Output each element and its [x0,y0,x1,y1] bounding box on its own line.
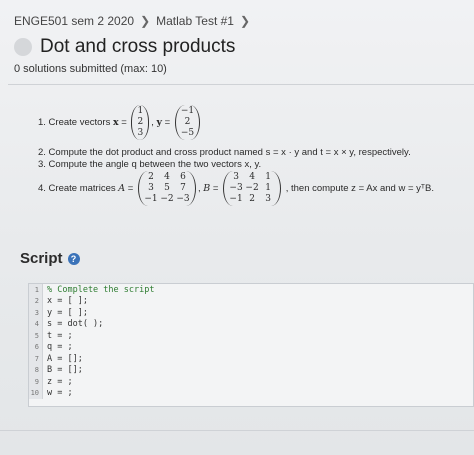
divider [0,430,474,431]
question-2: 2. Compute the dot product and cross pro… [38,147,411,158]
breadcrumb: ENGE501 sem 2 2020 ❯ Matlab Test #1 ❯ [14,14,250,28]
code-line[interactable]: 8B = []; [29,364,473,376]
script-heading: Script ? [20,250,80,267]
code-line[interactable]: 10 w = ; [29,387,473,399]
code-editor[interactable]: 1% Complete the script 2x = [ ]; 3y = [ … [28,283,474,407]
vector-y: −1 2 −5 [174,105,201,140]
line-number: 6 [29,341,43,353]
script-heading-label: Script [20,250,63,267]
page: ENGE501 sem 2 2020 ❯ Matlab Test #1 ❯ Do… [0,0,474,455]
code-text[interactable]: A = []; [43,354,83,364]
line-number: 5 [29,330,43,342]
question-1: 1. Create vectors x = 123 , y = −1 2 −5 [38,105,202,140]
code-text[interactable]: t = ; [43,331,73,341]
breadcrumb-course-link[interactable]: ENGE501 sem 2 2020 [14,14,134,28]
code-text[interactable]: x = [ ]; [43,296,88,306]
code-line[interactable]: 1% Complete the script [29,284,473,296]
question-circle-icon[interactable]: ? [67,252,80,265]
code-text[interactable]: B = []; [43,365,83,375]
question-3: 3. Compute the angle q between the two v… [38,159,262,170]
submission-count: 0 solutions submitted (max: 10) [14,63,167,75]
matrix-b: 341 −3 −2 1 −1 2 3 [223,171,282,206]
matrix-a: 246 357 −1 −2 −3 [137,171,196,206]
line-number: 2 [29,295,43,307]
code-text[interactable]: y = [ ]; [43,308,88,318]
question-4: 4. Create matrices A = 246 357 −1 −2 −3 , … [38,171,434,206]
chevron-right-icon: ❯ [140,14,151,28]
problem-statement: 1. Create vectors x = 123 , y = −1 2 −5 2.… [8,84,474,224]
line-number: 8 [29,364,43,376]
code-text[interactable]: z = ; [43,377,73,387]
code-text[interactable]: s = dot( ); [43,319,103,329]
question-4-tail: , then compute z = Ax and w = yᵀB. [285,183,434,195]
question-4-label: 4. Create matrices [38,183,116,195]
code-line[interactable]: 2x = [ ]; [29,295,473,307]
code-text[interactable]: w = ; [43,388,73,398]
code-line[interactable]: 6q = ; [29,341,473,353]
code-text[interactable]: q = ; [43,342,73,352]
breadcrumb-assignment-link[interactable]: Matlab Test #1 [156,14,234,28]
code-line[interactable]: 7A = []; [29,353,473,365]
line-number: 10 [29,387,43,399]
line-number: 3 [29,307,43,319]
line-number: 9 [29,376,43,388]
line-number: 7 [29,353,43,365]
page-title: Dot and cross products [40,36,236,57]
vector-x: 123 [131,105,150,140]
line-number: 1 [29,284,43,296]
question-1-label: 1. Create vectors [38,117,111,129]
status-circle-icon [14,38,32,56]
line-number: 4 [29,318,43,330]
title-row: Dot and cross products [14,36,235,58]
code-text[interactable]: % Complete the script [43,285,154,295]
code-line[interactable]: 5t = ; [29,330,473,342]
code-line[interactable]: 9z = ; [29,376,473,388]
code-line[interactable]: 4s = dot( ); [29,318,473,330]
chevron-right-icon: ❯ [239,14,251,28]
code-line[interactable]: 3y = [ ]; [29,307,473,319]
